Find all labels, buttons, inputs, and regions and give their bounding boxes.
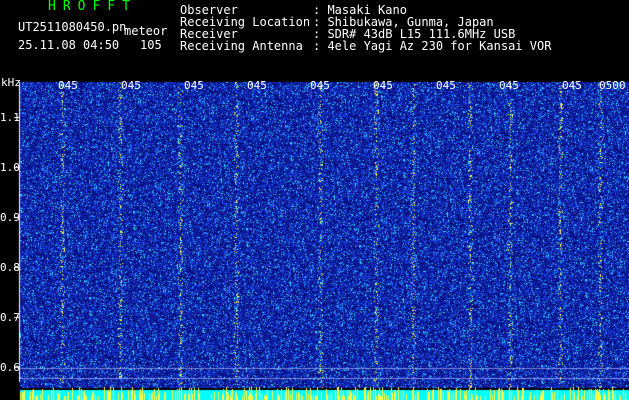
x-tick-label: 045	[562, 79, 582, 92]
y-tick-label: 1.1	[0, 111, 20, 124]
x-tick-label: 045	[184, 79, 204, 92]
y-axis-unit: kHz	[1, 76, 21, 89]
x-tick-label: 045	[499, 79, 519, 92]
x-tick-label: 045	[58, 79, 78, 92]
y-tick-label: 0.9	[0, 211, 20, 224]
antenna-value: : 4ele Yagi Az 230 for Kansai VOR	[313, 39, 552, 53]
x-tick-label: 045	[310, 79, 330, 92]
x-tick-label: 045	[121, 79, 141, 92]
x-tick-label: 045	[436, 79, 456, 92]
file-name: UT2511080450.pn	[18, 20, 127, 34]
y-tick-label: 0.8	[0, 261, 20, 274]
y-tick-label: 0.7	[0, 311, 20, 324]
date-time: 25.11.08 04:50	[18, 38, 120, 52]
x-tick-label: 045	[247, 79, 267, 92]
meteor-count: 105	[140, 38, 162, 52]
x-tick-label: 045	[373, 79, 393, 92]
header-panel: HROFFT UT2511080450.pn meteor 25.11.08 0…	[0, 0, 629, 78]
y-tick-label: 1.0	[0, 161, 20, 174]
antenna-label: Receiving Antenna	[180, 39, 303, 53]
y-tick-label: 0.6	[0, 361, 20, 374]
app-title: HROFFT	[48, 0, 137, 14]
spectrogram-canvas	[0, 78, 629, 400]
meteor-label: meteor	[124, 24, 168, 38]
x-tick-label: 0500	[599, 79, 626, 92]
